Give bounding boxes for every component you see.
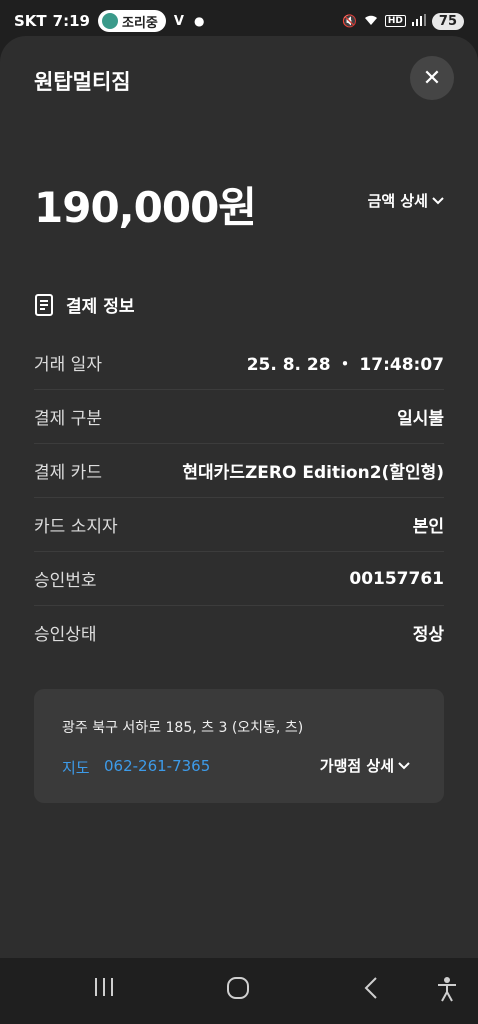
row-label: 카드 소지자 <box>34 517 118 537</box>
accessibility-button[interactable] <box>436 976 458 1008</box>
row-value: 현대카드ZERO Edition2(할인형) <box>182 463 444 483</box>
payment-info-list: 거래 일자 25. 8. 28 ・ 17:48:07 결제 구분 일시불 결제 … <box>34 336 444 659</box>
back-icon <box>364 977 377 999</box>
payment-info-header: 결제 정보 <box>34 292 134 317</box>
row-value: 본인 <box>412 517 444 537</box>
row-label: 결제 카드 <box>34 463 102 483</box>
info-row-approval-status: 승인상태 정상 <box>34 606 444 659</box>
home-icon <box>227 977 249 999</box>
merchant-detail-toggle[interactable]: 가맹점 상세 <box>320 755 410 776</box>
chevron-down-icon <box>398 761 410 769</box>
map-link[interactable]: 지도 <box>62 757 90 778</box>
info-row-transaction-date: 거래 일자 25. 8. 28 ・ 17:48:07 <box>34 336 444 390</box>
carrier-label: SKT <box>14 12 47 30</box>
battery-icon: 75 <box>431 12 464 30</box>
home-button[interactable] <box>226 976 250 1006</box>
section-title: 결제 정보 <box>66 297 135 317</box>
signal-icon <box>411 13 426 29</box>
merchant-title: 원탑멀티짐 <box>34 70 131 94</box>
recent-apps-button[interactable] <box>92 976 116 1004</box>
amount-detail-toggle[interactable]: 금액 상세 <box>368 190 444 211</box>
recent-apps-icon <box>95 978 113 996</box>
info-row-cardholder: 카드 소지자 본인 <box>34 498 444 552</box>
row-value: 일시불 <box>397 409 444 429</box>
cooking-icon <box>101 13 118 29</box>
accessibility-icon <box>438 977 456 1002</box>
merchant-info-card: 광주 북구 서하로 185, 츠 3 (오치동, 츠) 지도 062-261-7… <box>34 689 444 803</box>
clock: 7:19 <box>52 12 90 30</box>
pill-label: 조리중 <box>121 15 158 31</box>
app-badge-icon: V <box>173 13 184 29</box>
wifi-icon <box>363 13 379 30</box>
row-value: 정상 <box>412 625 444 645</box>
merchant-address: 광주 북구 서하로 185, 츠 3 (오치동, 츠) <box>62 720 304 736</box>
amount-detail-label: 금액 상세 <box>367 192 428 210</box>
live-activity-pill[interactable]: 조리중 <box>97 10 166 32</box>
row-value: 25. 8. 28 ・ 17:48:07 <box>246 355 444 375</box>
receipt-icon <box>35 293 53 316</box>
info-row-card: 결제 카드 현대카드ZERO Edition2(할인형) <box>34 444 444 498</box>
mute-icon: 🔇 <box>341 14 357 28</box>
row-label: 거래 일자 <box>34 355 102 375</box>
row-value: 00157761 <box>349 568 444 589</box>
payment-detail-sheet: 원탑멀티짐 ✕ 190,000원 금액 상세 결제 정보 거래 일자 25. 8… <box>0 36 478 958</box>
info-row-payment-type: 결제 구분 일시불 <box>34 390 444 444</box>
info-row-approval-number: 승인번호 00157761 <box>34 552 444 606</box>
row-label: 결제 구분 <box>34 409 102 429</box>
hd-voice-icon: HD <box>384 15 406 27</box>
row-label: 승인번호 <box>34 571 97 591</box>
merchant-detail-label: 가맹점 상세 <box>319 757 394 775</box>
phone-link[interactable]: 062-261-7365 <box>104 757 210 775</box>
close-icon: ✕ <box>422 65 442 91</box>
back-button[interactable] <box>362 976 380 1006</box>
row-label: 승인상태 <box>34 625 97 645</box>
payment-amount: 190,000원 <box>34 183 257 232</box>
status-icons: 🔇 HD 75 <box>341 12 464 30</box>
chevron-down-icon <box>432 196 444 204</box>
close-button[interactable]: ✕ <box>410 56 454 100</box>
notification-dot-icon: ● <box>193 14 205 28</box>
system-nav-bar <box>0 958 478 1024</box>
